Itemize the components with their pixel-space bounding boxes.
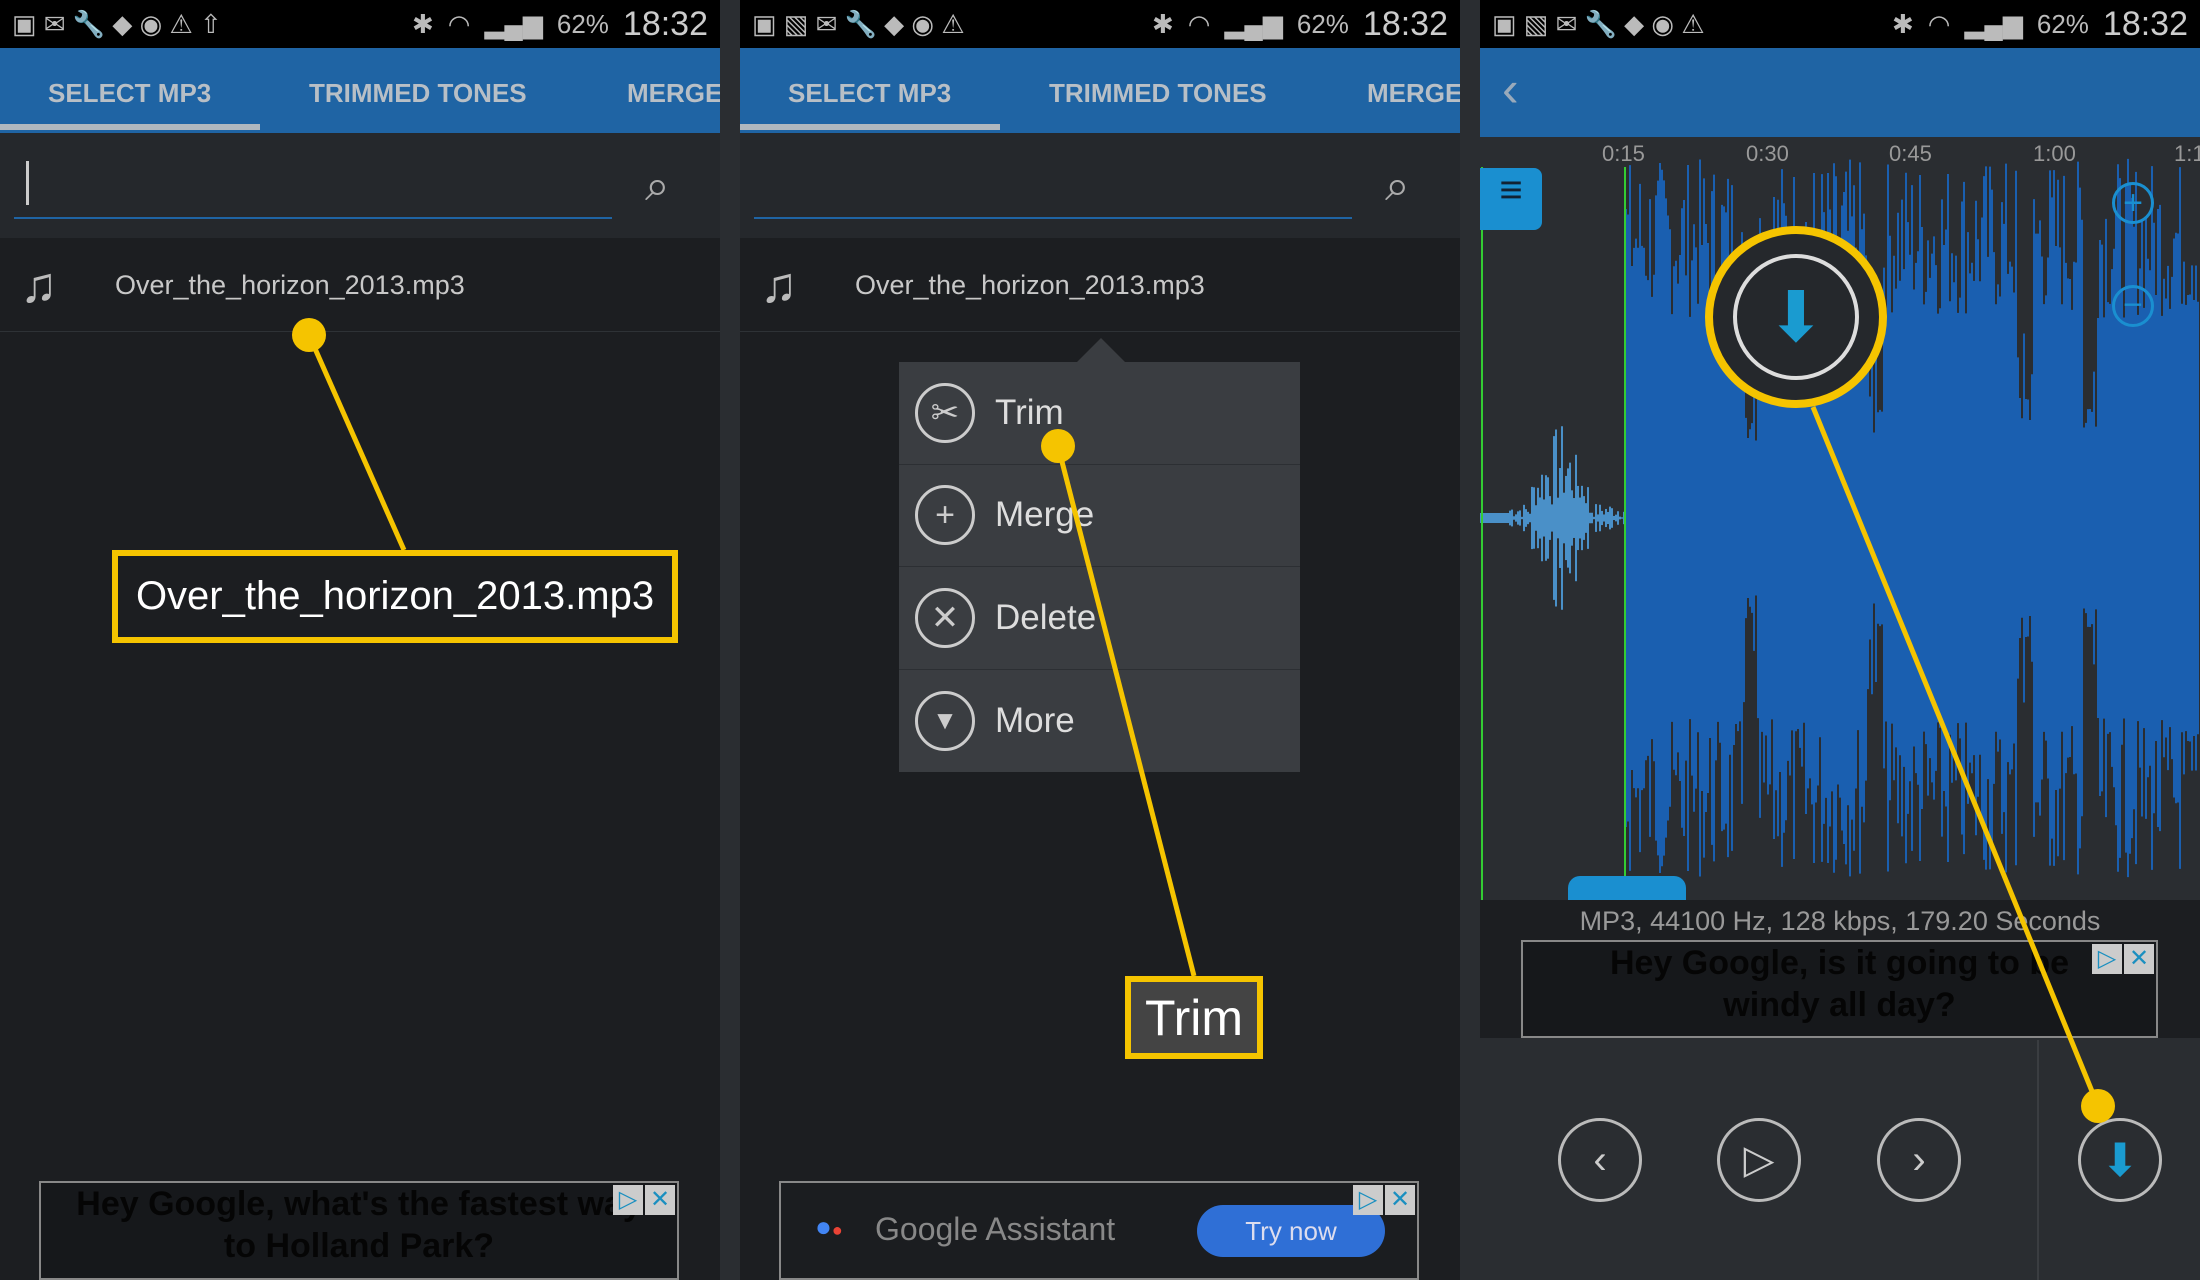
callout-trim: Trim xyxy=(1125,976,1263,1059)
callout-filename: Over_the_horizon_2013.mp3 xyxy=(112,550,678,643)
callout-dot xyxy=(292,318,326,352)
callout-dot xyxy=(1041,429,1075,463)
panel-editor: ▣ ▧ ✉ 🔧 ◆ ◉ ⚠ ✱ ◠ ▂▄▆ 62% 18:32 ‹ 0:15 0:30… xyxy=(1480,0,2200,1280)
ad-banner[interactable]: ●● Google Assistant Try now ▷ ✕ xyxy=(779,1181,1419,1280)
ad-close-icon[interactable]: ✕ xyxy=(1385,1185,1415,1215)
ad-close-icon[interactable]: ✕ xyxy=(645,1185,675,1215)
panel-select-mp3: ▣ ✉ 🔧 ◆ ◉ ⚠ ⇧ ✱ ◠ ▂▄▆ 62% 18:32 SELECT MP3 … xyxy=(0,0,720,1280)
callout-dot xyxy=(2081,1089,2115,1123)
callout-line xyxy=(1810,406,2101,1107)
ad-banner[interactable]: Hey Google, what's the fastest way to Ho… xyxy=(39,1181,679,1280)
callout-line xyxy=(1055,445,1197,977)
ad-choices-icon[interactable]: ▷ xyxy=(613,1185,643,1215)
google-assistant-logo: ●● xyxy=(815,1211,843,1242)
ad-choices-icon[interactable]: ▷ xyxy=(1353,1185,1383,1215)
ad-text: to Holland Park? xyxy=(223,1227,495,1265)
ad-brand: Google Assistant xyxy=(875,1211,1116,1247)
ad-text: Hey Google, what's the fastest way xyxy=(76,1185,642,1223)
panel-context-menu: ▣ ▧ ✉ 🔧 ◆ ◉ ⚠ ✱ ◠ ▂▄▆ 62% 18:32 SELECT MP3 … xyxy=(740,0,1460,1280)
